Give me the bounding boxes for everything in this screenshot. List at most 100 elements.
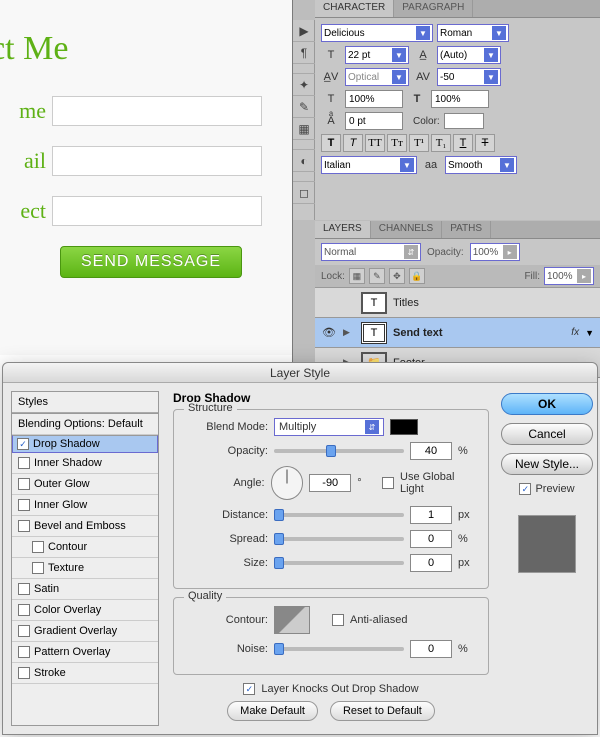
checkbox-icon[interactable] [32,562,44,574]
fx-badge[interactable]: fx [571,327,579,338]
subscript-button[interactable]: T₁ [431,134,451,152]
language-select[interactable]: Italian▼ [321,156,417,174]
shadow-color-swatch[interactable] [390,419,418,435]
dock-icon-3[interactable]: ✦ [293,74,315,96]
ok-button[interactable]: OK [501,393,593,415]
size-slider[interactable] [274,561,404,565]
preview-checkbox[interactable]: ✓ [519,483,531,495]
size-input[interactable] [410,554,452,572]
tab-channels[interactable]: CHANNELS [371,221,442,238]
checkbox-icon[interactable] [18,478,30,490]
vscale-input[interactable] [345,90,403,108]
distance-slider[interactable] [274,513,404,517]
new-style-button[interactable]: New Style... [501,453,593,475]
tab-character[interactable]: CHARACTER [315,0,394,17]
fx-expand-icon[interactable]: ▼ [585,328,594,338]
checkbox-icon[interactable] [32,541,44,553]
font-family-select[interactable]: Delicious▼ [321,24,433,42]
lock-label: Lock: [321,271,345,282]
tab-layers[interactable]: LAYERS [315,221,371,238]
spread-input[interactable] [410,530,452,548]
style-color-overlay[interactable]: Color Overlay [12,600,158,621]
tab-paths[interactable]: PATHS [442,221,491,238]
style-outer-glow[interactable]: Outer Glow [12,474,158,495]
style-inner-shadow[interactable]: Inner Shadow [12,453,158,474]
baseline-input[interactable] [345,112,403,130]
checkbox-icon[interactable] [18,520,30,532]
dock-icon-5[interactable]: ▦ [293,118,315,140]
antialias-select[interactable]: Smooth▼ [445,156,517,174]
dock-icon-6[interactable]: ◐ [293,150,315,172]
layer-opacity-input[interactable]: 100%▸ [470,243,520,261]
contour-picker[interactable] [274,606,310,634]
layer-fill-input[interactable]: 100%▸ [544,267,594,285]
dock-icon-4[interactable]: ✎ [293,96,315,118]
dock-icon-2[interactable]: ¶ [293,42,315,64]
style-stroke[interactable]: Stroke [12,663,158,684]
style-pattern-overlay[interactable]: Pattern Overlay [12,642,158,663]
lock-transparency-icon[interactable]: ▦ [349,268,365,284]
style-bevel-emboss[interactable]: Bevel and Emboss [12,516,158,537]
kerning-select[interactable]: Optical▼ [345,68,409,86]
checkbox-icon[interactable] [18,499,30,511]
allcaps-button[interactable]: TT [365,134,385,152]
italic-button[interactable]: T [343,134,363,152]
angle-dial[interactable] [271,466,304,500]
visibility-icon[interactable]: 👁 [315,326,343,339]
strike-button[interactable]: T [475,134,495,152]
font-size-select[interactable]: 22 pt▼ [345,46,409,64]
layer-row-send-text[interactable]: 👁 ▶ T Send text fx ▼ [315,318,600,348]
dock-icon-1[interactable]: ▶ [293,20,315,42]
antialiased-checkbox[interactable] [332,614,344,626]
superscript-button[interactable]: T¹ [409,134,429,152]
email-input[interactable] [52,146,262,176]
lock-all-icon[interactable]: 🔒 [409,268,425,284]
blend-mode-select[interactable]: Multiply⇵ [274,418,384,436]
opacity-input[interactable] [410,442,452,460]
type-style-buttons: T T TT Tᴛ T¹ T₁ T T [321,134,594,152]
underline-button[interactable]: T [453,134,473,152]
smallcaps-button[interactable]: Tᴛ [387,134,407,152]
make-default-button[interactable]: Make Default [227,701,318,721]
font-style-select[interactable]: Roman▼ [437,24,509,42]
checkbox-icon[interactable] [18,583,30,595]
tab-paragraph[interactable]: PARAGRAPH [394,0,473,17]
bold-button[interactable]: T [321,134,341,152]
style-inner-glow[interactable]: Inner Glow [12,495,158,516]
send-message-button[interactable]: SEND MESSAGE [60,246,242,278]
lock-pixels-icon[interactable]: ✎ [369,268,385,284]
tracking-select[interactable]: -50▼ [437,68,501,86]
noise-slider[interactable] [274,647,404,651]
distance-input[interactable] [410,506,452,524]
style-satin[interactable]: Satin [12,579,158,600]
noise-input[interactable] [410,640,452,658]
hscale-input[interactable] [431,90,489,108]
dock-icon-7[interactable]: ◻ [293,182,315,204]
text-color-swatch[interactable] [444,113,484,129]
style-gradient-overlay[interactable]: Gradient Overlay [12,621,158,642]
opacity-slider[interactable] [274,449,404,453]
checkbox-checked-icon[interactable]: ✓ [17,438,29,450]
expand-icon[interactable]: ▶ [343,327,355,338]
style-texture[interactable]: Texture [12,558,158,579]
style-contour[interactable]: Contour [12,537,158,558]
checkbox-icon[interactable] [18,625,30,637]
checkbox-icon[interactable] [18,646,30,658]
leading-select[interactable]: (Auto)▼ [437,46,501,64]
spread-slider[interactable] [274,537,404,541]
name-input[interactable] [52,96,262,126]
style-blending-options[interactable]: Blending Options: Default [12,413,158,435]
global-light-checkbox[interactable] [382,477,394,489]
checkbox-icon[interactable] [18,457,30,469]
subject-input[interactable] [52,196,262,226]
checkbox-icon[interactable] [18,667,30,679]
cancel-button[interactable]: Cancel [501,423,593,445]
lock-position-icon[interactable]: ✥ [389,268,405,284]
layer-row-titles[interactable]: T Titles [315,288,600,318]
knockout-checkbox[interactable]: ✓ [243,683,255,695]
checkbox-icon[interactable] [18,604,30,616]
angle-input[interactable] [309,474,351,492]
style-drop-shadow[interactable]: ✓Drop Shadow [12,435,158,453]
reset-default-button[interactable]: Reset to Default [330,701,435,721]
blend-mode-select[interactable]: Normal⇵ [321,243,421,261]
